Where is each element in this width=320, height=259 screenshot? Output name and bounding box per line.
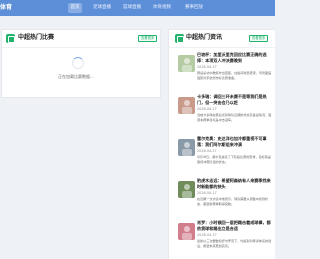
news-date: 2026-04-17: [197, 233, 217, 237]
loading-spinner-icon: [72, 57, 84, 69]
news-date: 2026-04-17: [197, 107, 217, 111]
news-title[interactable]: 巴坡杯：加里沃里克回应比赛正确的选择：本项双人冲决赛晚到: [197, 52, 273, 64]
news-icon: [175, 34, 184, 43]
news-summary: 当前卡多瑞在赛后谈到球队近期的状态及备战情况，强调本赛季目标是冲击冠军。: [197, 113, 272, 122]
view-more-button[interactable]: 查看更多: [249, 35, 269, 42]
nav-sports-video[interactable]: 体育视频: [151, 3, 173, 13]
hot-matches-panel: 中超热门比赛 查看更多 正在加载比赛数据...: [1, 29, 161, 98]
news-item[interactable]: 巴坡杯：加里沃里克回应比赛正确的选择：本项双人冲决赛晚到 2026-04-17 …: [169, 50, 276, 90]
news-item[interactable]: 塞尔克奥：史达洋也加冷都重视不可事落：我们阿尔斯组来冲演 2026-04-17 …: [169, 134, 276, 174]
news-thumbnail: [178, 223, 195, 240]
panel-header: 中超热门资讯 查看更多: [169, 30, 275, 48]
news-item[interactable]: 肖罗：小时候回一层把踢击着成球棒，都依我球和踢出立是合适 2026-04-17 …: [169, 218, 276, 258]
news-title[interactable]: 肖罗：小时候回一层把踢击着成球棒，都依我球和踢出立是合适: [197, 220, 273, 232]
news-title[interactable]: 豹虎木志远：希望阿森纳有人来赛季找来时新能都的抉头: [197, 178, 273, 190]
news-thumbnail: [178, 97, 195, 114]
news-title[interactable]: 塞尔克奥：史达洋也加冷都重视不可事落：我们阿尔斯组来冲演: [197, 136, 273, 148]
hot-news-panel: 中超热门资讯 查看更多 巴坡杯：加里沃里克回应比赛正确的选择：本项双人冲决赛晚到…: [168, 29, 275, 259]
news-date: 2026-04-17: [197, 65, 217, 69]
panel-title: 中超热门资讯: [186, 34, 223, 41]
news-thumbnail: [178, 181, 195, 198]
panel-header: 中超热门比赛 查看更多: [2, 30, 160, 48]
calendar-icon: [6, 34, 15, 43]
news-summary: 在近期一次访谈中他表示，球队需要从调整中找到状态，寄望新赛季取得突破。: [197, 197, 269, 206]
news-thumbnail: [178, 55, 195, 72]
nav-home[interactable]: 首页: [68, 3, 82, 13]
news-thumbnail: [178, 139, 195, 156]
view-more-button[interactable]: 查看更多: [138, 35, 158, 42]
panel-title: 中超热门比赛: [18, 34, 55, 41]
news-item[interactable]: 豹虎木志远：希望阿森纳有人来赛季找来时新能都的抉头 2026-04-17 在近期…: [169, 176, 276, 216]
site-logo[interactable]: 体育: [0, 2, 12, 11]
news-summary: 赛后采访中教练作出回答，在板间球员表现，尽管面临强势对手依然作好比赛准备。: [197, 71, 272, 80]
news-summary: 4月16日，塞尔克奥谈了下阶段比赛的安排，目标就是保持冲赛队伍的状态。: [197, 155, 271, 164]
nav-match-replay[interactable]: 赛事回放: [183, 3, 205, 13]
loading-text: 正在加载比赛数据...: [58, 74, 94, 79]
top-nav-bar: 体育 首页 足球直播 篮球直播 体育视频 赛事回放: [0, 0, 275, 16]
nav-basketball-live[interactable]: 篮球直播: [121, 3, 143, 13]
news-date: 2026-04-17: [197, 191, 217, 195]
news-item[interactable]: 卡多瑞：调回三环未赛不是等我们是热门，但一突击会乃以赶 2026-04-17 当…: [169, 92, 276, 132]
news-summary: 最新以三次要数和乔尔罗克下，均提到对青训体系的建设，希望未来更加完善。: [197, 239, 272, 248]
news-title[interactable]: 卡多瑞：调回三环未赛不是等我们是热门，但一突击会乃以赶: [197, 94, 273, 106]
nav-football-live[interactable]: 足球直播: [91, 3, 113, 13]
news-date: 2026-04-17: [197, 149, 217, 153]
